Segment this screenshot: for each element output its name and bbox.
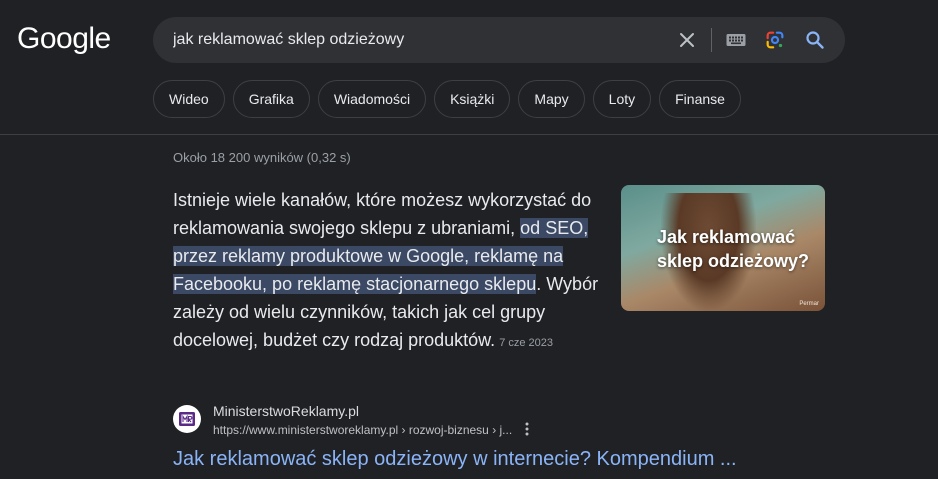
search-bar [153, 17, 845, 63]
site-name: MinisterstwoReklamy.pl [213, 403, 359, 419]
chip-wideo[interactable]: Wideo [153, 80, 225, 118]
chip-wiadomosci[interactable]: Wiadomości [317, 80, 427, 118]
header-divider [0, 134, 938, 135]
chip-grafika[interactable]: Grafika [232, 80, 310, 118]
snippet-date: 7 cze 2023 [499, 337, 554, 349]
thumbnail-caption: Jak reklamować sklep odzieżowy? [657, 227, 810, 271]
filter-chips: Wideo Grafika Wiadomości Książki Mapy Lo… [153, 80, 741, 118]
site-favicon-icon [173, 405, 201, 433]
google-lens-icon[interactable] [763, 28, 787, 52]
site-url: https://www.ministerstworeklamy.pl › roz… [213, 423, 513, 437]
google-logo[interactable]: Google [17, 22, 111, 56]
more-vert-icon[interactable] [525, 422, 529, 438]
search-results-page: Google jak reklamować sklep odzieżowy Wi… [0, 0, 938, 479]
chip-mapy[interactable]: Mapy [518, 80, 585, 118]
chip-ksiazki[interactable]: Książki [434, 80, 511, 118]
featured-snippet-thumbnail[interactable]: Jak reklamować sklep odzieżowy? Permar [621, 185, 825, 311]
thumbnail-brand: Permar [799, 301, 819, 307]
search-input[interactable] [173, 17, 653, 63]
result-title-link[interactable]: Jak reklamować sklep odzieżowy w interne… [173, 448, 737, 471]
close-icon[interactable] [675, 28, 699, 52]
chip-loty[interactable]: Loty [592, 80, 652, 118]
search-divider [711, 28, 712, 52]
search-icon[interactable] [803, 28, 827, 52]
results-count: Około 18 200 wyników (0,32 s) [173, 150, 351, 165]
chip-finanse[interactable]: Finanse [659, 80, 741, 118]
featured-snippet-text: Istnieje wiele kanałów, które możesz wyk… [173, 186, 609, 357]
keyboard-icon[interactable] [724, 28, 748, 52]
